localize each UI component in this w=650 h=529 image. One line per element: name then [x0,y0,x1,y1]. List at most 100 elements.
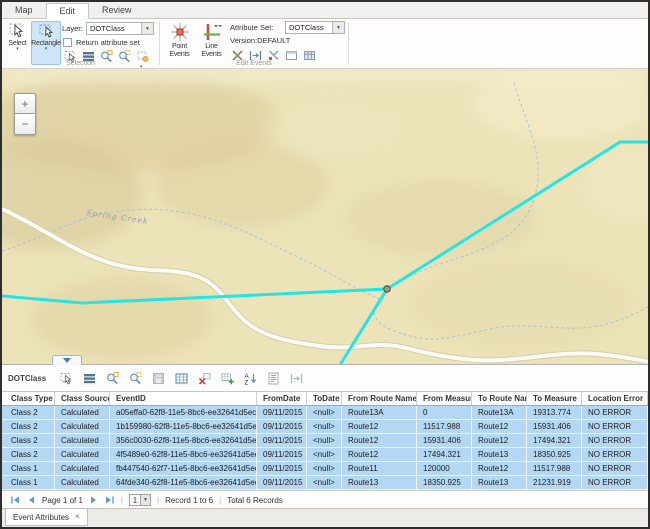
table-cell[interactable]: Class 2 [2,420,55,433]
zoom-to-selected-icon[interactable] [106,372,119,385]
table-cell[interactable]: Route13A [472,406,527,419]
table-cell[interactable]: <null> [307,448,342,461]
table-cell[interactable]: Route13 [472,448,527,461]
table-cell[interactable]: Route11 [342,462,417,475]
previous-page-icon[interactable] [26,495,36,505]
table-cell[interactable]: Route12 [342,420,417,433]
zoom-out-button[interactable]: − [14,114,36,135]
table-cell[interactable]: 09/11/2015 [257,462,307,475]
attribute-set-combobox[interactable]: DOTClass ▼ [285,21,345,34]
select-tool-icon[interactable] [60,372,73,385]
table-cell[interactable]: NO ERROR [582,434,648,447]
table-cell[interactable]: 09/11/2015 [257,476,307,489]
save-edits-icon[interactable] [152,372,165,385]
route-junction-point[interactable] [384,286,390,292]
table-row[interactable]: Class 1Calculatedfb447540-62f7-11e5-8bc6… [2,462,648,476]
table-cell[interactable]: 09/11/2015 [257,406,307,419]
table-cell[interactable]: <null> [307,462,342,475]
table-cell[interactable]: Class 1 [2,462,55,475]
table-cell[interactable]: Class 1 [2,476,55,489]
column-header[interactable]: Location Error [582,392,648,405]
table-cell[interactable]: 09/11/2015 [257,448,307,461]
table-cell[interactable]: 18350.925 [527,448,582,461]
map-canvas[interactable]: Spring Creek + − [2,69,648,364]
chevron-down-icon[interactable]: ▼ [332,22,344,33]
table-cell[interactable]: 17494.321 [527,434,582,447]
table-cell[interactable]: NO ERROR [582,462,648,475]
table-cell[interactable]: Route13A [342,406,417,419]
table-cell[interactable]: Route12 [342,434,417,447]
table-cell[interactable]: Route12 [472,420,527,433]
table-cell[interactable]: Calculated [55,476,110,489]
table-row[interactable]: Class 2Calculated1b159980-62f8-11e5-8bc6… [2,420,648,434]
arrange-columns-icon[interactable] [290,372,303,385]
table-cell[interactable]: 64fde340-62f8-11e5-8bc6-ee32641d5ec9 [110,476,257,489]
chevron-down-icon[interactable]: ▼ [141,23,153,34]
panel-collapse-handle[interactable] [52,355,82,365]
table-cell[interactable]: NO ERROR [582,406,648,419]
table-cell[interactable]: 1b159980-62f8-11e5-8bc6-ee32641d5ec9 [110,420,257,433]
table-cell[interactable]: <null> [307,420,342,433]
next-page-icon[interactable] [89,495,99,505]
column-header[interactable]: ToDate [307,392,342,405]
column-header[interactable]: To Route Name [472,392,527,405]
table-cell[interactable]: Class 2 [2,448,55,461]
column-header[interactable]: Class Type [2,392,55,405]
table-cell[interactable]: fb447540-62f7-11e5-8bc6-ee32641d5ec9 [110,462,257,475]
table-cell[interactable]: 21231.919 [527,476,582,489]
table-cell[interactable]: 09/11/2015 [257,434,307,447]
table-cell[interactable]: Class 2 [2,406,55,419]
layer-combobox[interactable]: DOTClass ▼ [86,22,154,35]
table-cell[interactable]: 11517.988 [527,462,582,475]
page-number-value[interactable]: 1 [129,494,141,506]
attribute-table-icon[interactable] [175,372,188,385]
close-tab-icon[interactable]: × [75,513,80,521]
table-cell[interactable]: Route12 [472,462,527,475]
show-selected-records-icon[interactable] [83,372,96,385]
last-page-icon[interactable] [105,495,115,505]
form-view-icon[interactable] [267,372,280,385]
table-cell[interactable]: a05effa0-62f8-11e5-8bc6-ee32641d5ec9 [110,406,257,419]
table-cell[interactable]: Calculated [55,462,110,475]
table-cell[interactable]: Route13 [342,476,417,489]
sort-icon[interactable]: A Z [244,372,257,385]
column-header[interactable]: To Measure [527,392,582,405]
select-tool-button[interactable]: Select ▾ [5,21,30,65]
tab-event-attributes[interactable]: Event Attributes × [5,509,88,526]
table-cell[interactable]: 15931.406 [527,420,582,433]
table-cell[interactable]: Route12 [342,448,417,461]
page-number-selector[interactable]: 1 ▼ [129,494,151,506]
tab-review[interactable]: Review [89,2,145,18]
pan-to-selected-icon[interactable] [129,372,142,385]
table-cell[interactable]: 120000 [417,462,472,475]
tab-edit[interactable]: Edit [46,3,90,19]
rectangle-tool-button[interactable]: Rectangle ▾ [31,21,61,65]
column-header[interactable]: From Measure [417,392,472,405]
return-attribute-set-checkbox[interactable] [63,38,72,47]
column-header[interactable]: Class Source [55,392,110,405]
table-cell[interactable]: 15931.406 [417,434,472,447]
table-cell[interactable]: 11517.988 [417,420,472,433]
table-cell[interactable]: Route12 [472,434,527,447]
table-cell[interactable]: Class 2 [2,434,55,447]
column-header[interactable]: EventID [110,392,257,405]
table-cell[interactable]: Calculated [55,420,110,433]
delete-selected-icon[interactable] [198,372,211,385]
table-row[interactable]: Class 1Calculated64fde340-62f8-11e5-8bc6… [2,476,648,490]
table-cell[interactable]: <null> [307,434,342,447]
zoom-in-button[interactable]: + [14,93,36,114]
table-cell[interactable]: <null> [307,476,342,489]
chevron-down-icon[interactable]: ▼ [141,494,151,506]
table-cell[interactable]: NO ERROR [582,448,648,461]
table-cell[interactable]: 4f5489e0-62f8-11e5-8bc6-ee32641d5ec9 [110,448,257,461]
table-row[interactable]: Class 2Calculated4f5489e0-62f8-11e5-8bc6… [2,448,648,462]
table-cell[interactable]: 18350.925 [417,476,472,489]
table-cell[interactable]: <null> [307,406,342,419]
add-record-icon[interactable] [221,372,234,385]
first-page-icon[interactable] [10,495,20,505]
column-header[interactable]: FromDate [257,392,307,405]
column-header[interactable]: From Route Name [342,392,417,405]
table-cell[interactable]: 19313.774 [527,406,582,419]
table-cell[interactable]: 0 [417,406,472,419]
table-row[interactable]: Class 2Calculateda05effa0-62f8-11e5-8bc6… [2,406,648,420]
